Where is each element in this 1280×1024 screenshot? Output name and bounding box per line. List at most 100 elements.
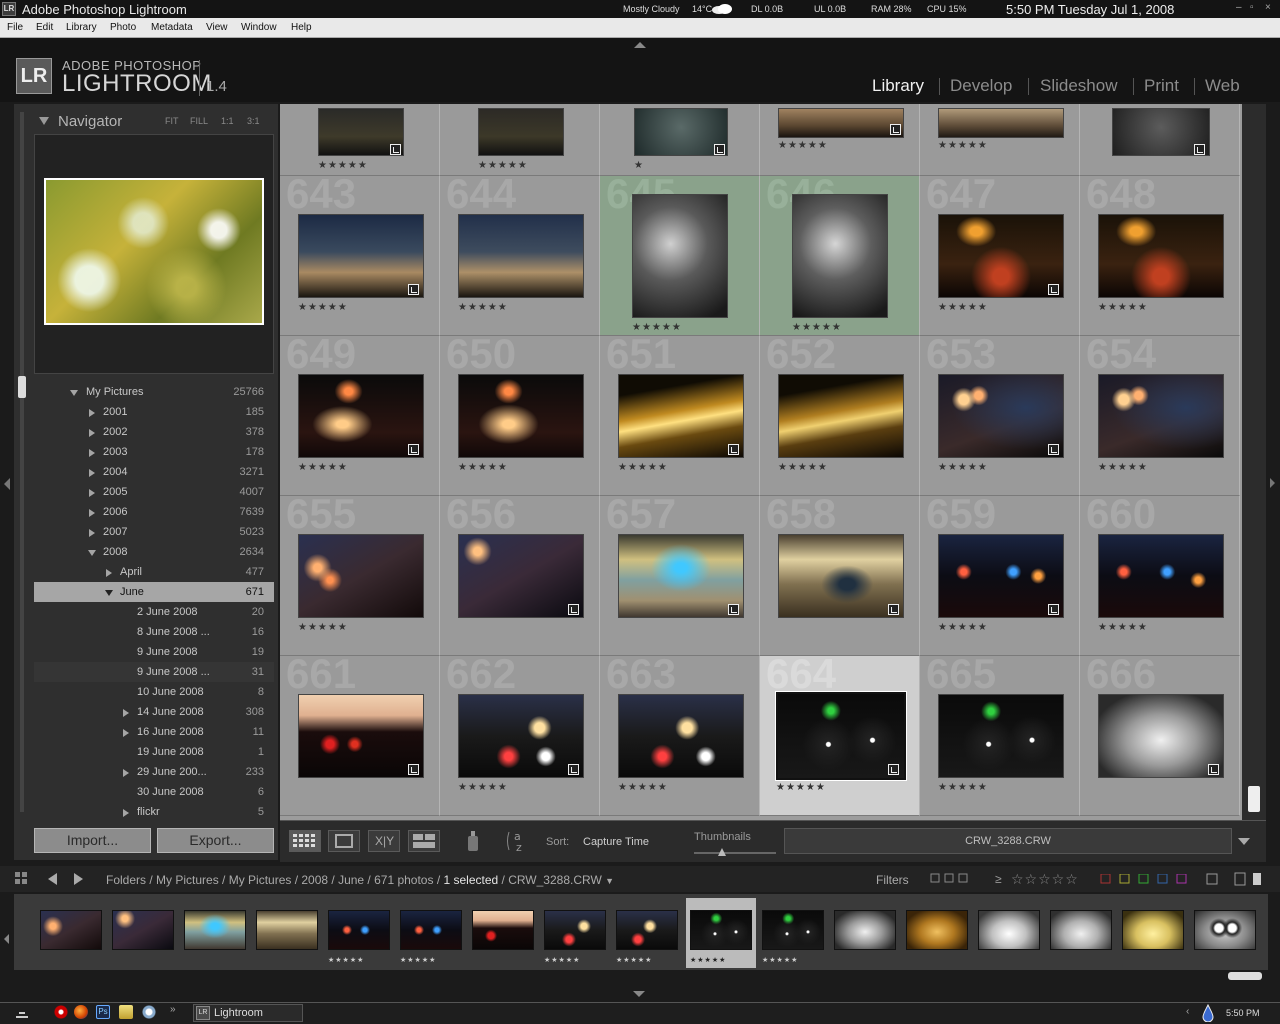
filmstrip-thumbnail[interactable]: [834, 910, 896, 950]
rating-operator[interactable]: ≥: [995, 872, 1002, 886]
filmstrip-thumbnail[interactable]: [1194, 910, 1256, 950]
grid-cell-647[interactable]: 647 ★★★★★: [920, 170, 1080, 336]
module-slideshow[interactable]: Slideshow: [1040, 76, 1118, 96]
photo-thumbnail[interactable]: [792, 194, 888, 318]
folder-2007[interactable]: 2007 5023: [34, 522, 274, 542]
photo-thumbnail[interactable]: [478, 108, 564, 156]
folder-2-june-2008[interactable]: 2 June 2008 20: [34, 602, 274, 622]
filmstrip-thumbnail[interactable]: [184, 910, 246, 950]
collapsed-icon[interactable]: [123, 769, 129, 777]
collapse-filmstrip-left-icon[interactable]: [4, 934, 9, 944]
photo-thumbnail[interactable]: [778, 374, 904, 458]
left-panel-scrollbar[interactable]: [18, 376, 26, 398]
rating-filter-stars[interactable]: ☆☆☆☆☆: [1011, 871, 1079, 888]
grid-cell-655[interactable]: 655 ★★★★★: [280, 490, 440, 656]
collapsed-icon[interactable]: [89, 509, 95, 517]
folder-8-june-2008[interactable]: 8 June 2008 ... 16: [34, 622, 274, 642]
grid-cell-657[interactable]: 657: [600, 490, 760, 656]
folder-2001[interactable]: 2001 185: [34, 402, 274, 422]
sort-select[interactable]: Capture Time: [583, 836, 649, 848]
grid-cell-656[interactable]: 656: [440, 490, 600, 656]
filmstrip-thumbnail[interactable]: [40, 910, 102, 950]
taskbar-lightroom-button[interactable]: LR Lightroom: [193, 1004, 303, 1022]
photo-thumbnail[interactable]: [298, 534, 424, 618]
droplet-tray-icon[interactable]: [1201, 1004, 1215, 1022]
rating-stars[interactable]: ★★★★★: [298, 462, 348, 473]
filmstrip-thumbnail[interactable]: [616, 910, 678, 950]
menu-help[interactable]: Help: [291, 22, 312, 33]
grid-cell-648[interactable]: 648 ★★★★★: [1080, 170, 1240, 336]
folder-10-june-2008[interactable]: 10 June 2008 8: [34, 682, 274, 702]
folder-my-pictures[interactable]: My Pictures 25766: [34, 382, 274, 402]
rating-stars[interactable]: ★★★★★: [618, 782, 668, 793]
photo-thumbnail[interactable]: [632, 194, 728, 318]
expanded-icon[interactable]: [88, 550, 96, 556]
grid-cell-653[interactable]: 653 ★★★★★: [920, 330, 1080, 496]
spray-can-icon[interactable]: [463, 829, 483, 853]
grid-cell-646[interactable]: 646 ★★★★★: [760, 170, 920, 336]
zoom-3-1-option[interactable]: 3:1: [247, 116, 260, 126]
rating-stars[interactable]: ★★★★★: [778, 140, 828, 151]
grid-cell-666[interactable]: 666: [1080, 650, 1240, 816]
network-icon[interactable]: [142, 1005, 156, 1019]
photo-thumbnail[interactable]: [458, 694, 584, 778]
grid-cell-664[interactable]: 664 ★★★★★: [760, 650, 920, 816]
secondary-window-icon[interactable]: [15, 872, 27, 884]
module-web[interactable]: Web: [1205, 76, 1240, 96]
photo-thumbnail[interactable]: [938, 374, 1064, 458]
grid-cell-643[interactable]: 643 ★★★★★: [280, 170, 440, 336]
filmstrip-item[interactable]: ★★★★★: [758, 898, 828, 968]
rating-stars[interactable]: ★★★★★: [1098, 462, 1148, 473]
sort-direction-icon[interactable]: a z: [506, 828, 534, 854]
filmstrip-thumbnail[interactable]: [690, 910, 752, 950]
grid-cell-663[interactable]: 663 ★★★★★: [600, 650, 760, 816]
photo-thumbnail[interactable]: [1098, 374, 1224, 458]
photo-thumbnail[interactable]: [298, 694, 424, 778]
menu-photo[interactable]: Photo: [110, 22, 136, 33]
collapsed-icon[interactable]: [123, 809, 129, 817]
grid-cell[interactable]: [1080, 104, 1240, 176]
photo-thumbnail[interactable]: [938, 108, 1064, 138]
photo-thumbnail[interactable]: [1098, 214, 1224, 298]
filmstrip-item[interactable]: ★★★★★: [324, 898, 394, 968]
grid-cell-659[interactable]: 659 ★★★★★: [920, 490, 1080, 656]
photo-thumbnail[interactable]: [1098, 694, 1224, 778]
expanded-icon[interactable]: [70, 390, 78, 396]
folder-flickr[interactable]: flickr 5: [34, 802, 274, 818]
filmstrip-item[interactable]: [1046, 898, 1116, 968]
collapsed-icon[interactable]: [89, 429, 95, 437]
folder-2002[interactable]: 2002 378: [34, 422, 274, 442]
grid-scrollbar[interactable]: [1248, 786, 1260, 812]
toolbar-menu-chevron-icon[interactable]: [1238, 838, 1250, 845]
rating-stars[interactable]: ★★★★★: [1098, 622, 1148, 633]
photo-thumbnail[interactable]: [458, 214, 584, 298]
rating-stars[interactable]: ★★★★★: [1098, 302, 1148, 313]
grid-cell-649[interactable]: 649 ★★★★★: [280, 330, 440, 496]
filmstrip-thumbnail[interactable]: [472, 910, 534, 950]
grid-cell[interactable]: ★★★★★: [440, 104, 600, 176]
filmstrip-thumbnail[interactable]: [762, 910, 824, 950]
menu-metadata[interactable]: Metadata: [151, 22, 193, 33]
photo-thumbnail[interactable]: [938, 534, 1064, 618]
slider-handle[interactable]: [718, 848, 726, 856]
filmstrip-item[interactable]: [1118, 898, 1188, 968]
photo-thumbnail[interactable]: [298, 214, 424, 298]
photo-thumbnail[interactable]: [938, 214, 1064, 298]
start-menu-icon[interactable]: [16, 1008, 28, 1018]
back-arrow-icon[interactable]: [48, 873, 57, 885]
photo-thumbnail[interactable]: [618, 694, 744, 778]
survey-view-button[interactable]: [408, 830, 440, 852]
rating-stars[interactable]: ★★★★★: [778, 462, 828, 473]
menu-library[interactable]: Library: [66, 22, 97, 33]
minimize-icon[interactable]: –: [1236, 3, 1246, 13]
folder-2005[interactable]: 2005 4007: [34, 482, 274, 502]
photo-thumbnail[interactable]: [618, 534, 744, 618]
collapsed-icon[interactable]: [89, 449, 95, 457]
filmstrip-thumbnail[interactable]: [1122, 910, 1184, 950]
grid-cell-645[interactable]: 645 ★★★★★: [600, 170, 760, 336]
photo-thumbnail[interactable]: [618, 374, 744, 458]
navigator-collapse-icon[interactable]: [39, 117, 49, 125]
filmstrip-item[interactable]: ★★★★★: [540, 898, 610, 968]
filmstrip-thumbnail[interactable]: [328, 910, 390, 950]
rating-stars[interactable]: ★★★★★: [458, 302, 508, 313]
